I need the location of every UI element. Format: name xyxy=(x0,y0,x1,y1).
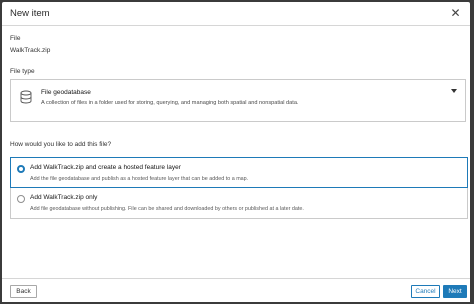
file-type-title: File geodatabase xyxy=(41,89,91,96)
database-icon xyxy=(20,90,32,104)
dialog-title: New item xyxy=(10,8,50,19)
option-add-only[interactable]: Add WalkTrack.zip only Add file geodatab… xyxy=(10,188,468,219)
dialog-header: New item ✕ xyxy=(2,2,470,26)
chevron-down-icon[interactable] xyxy=(451,89,457,93)
option-description: Add file geodatabase without publishing.… xyxy=(30,206,304,212)
option-title: Add WalkTrack.zip and create a hosted fe… xyxy=(30,164,181,171)
new-item-dialog: New item ✕ File WalkTrack.zip File type … xyxy=(2,2,470,302)
file-type-description: A collection of files in a folder used f… xyxy=(41,100,299,106)
option-title: Add WalkTrack.zip only xyxy=(30,194,98,201)
radio-add-only[interactable] xyxy=(17,195,25,203)
file-type-label: File type xyxy=(10,68,35,75)
next-button[interactable]: Next xyxy=(443,285,467,298)
file-label: File xyxy=(10,35,21,42)
file-name: WalkTrack.zip xyxy=(10,47,51,54)
cancel-button[interactable]: Cancel xyxy=(411,285,440,298)
close-icon[interactable]: ✕ xyxy=(449,7,462,20)
add-method-question: How would you like to add this file? xyxy=(10,141,112,148)
option-create-hosted-layer[interactable]: Add WalkTrack.zip and create a hosted fe… xyxy=(10,157,468,188)
back-button[interactable]: Back xyxy=(10,285,37,298)
option-description: Add the file geodatabase and publish as … xyxy=(30,176,249,182)
radio-create-hosted-layer[interactable] xyxy=(17,165,25,173)
file-type-select[interactable]: File geodatabase A collection of files i… xyxy=(10,79,466,122)
dialog-footer: Back Cancel Next xyxy=(2,278,470,302)
